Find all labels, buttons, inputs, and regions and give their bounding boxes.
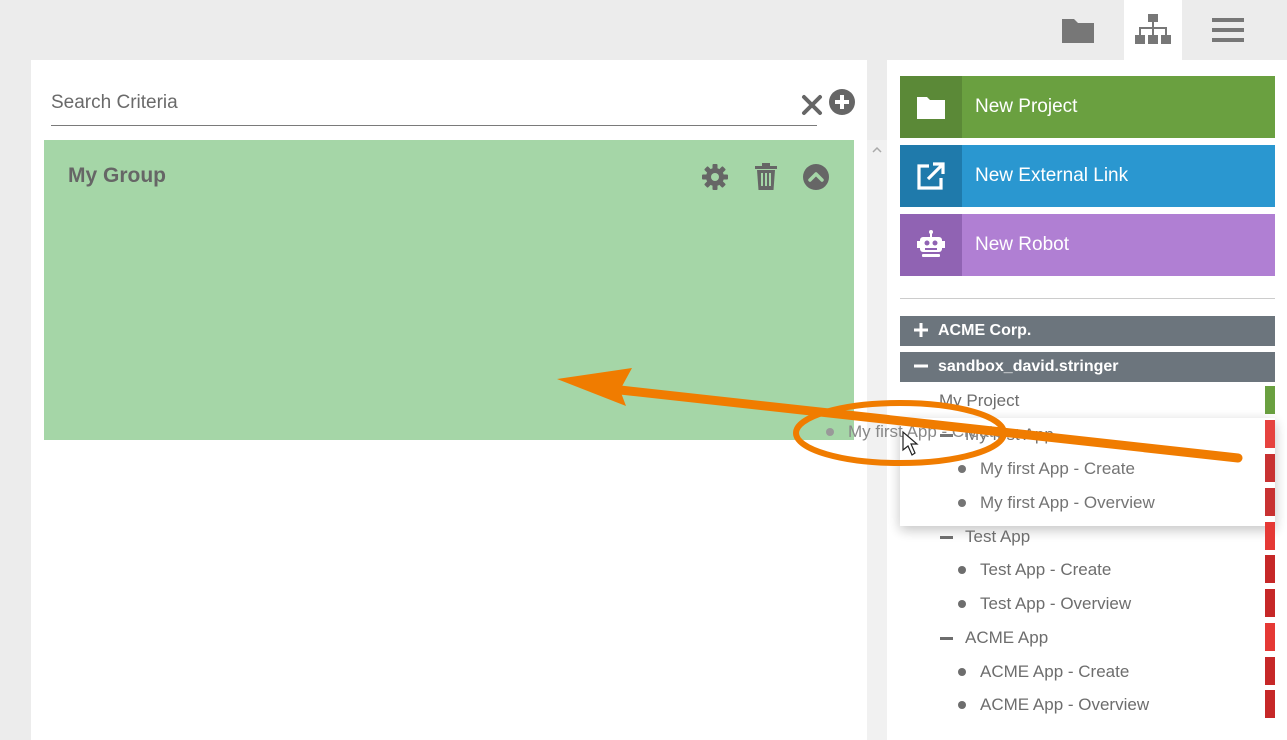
add-group-button[interactable]	[828, 88, 856, 116]
tree-page-label: Test App - Overview	[980, 594, 1132, 613]
bullet-icon	[958, 465, 966, 473]
tree-org-acme[interactable]: ACME Corp.	[900, 316, 1275, 346]
tree-project-label: My Project	[939, 391, 1020, 410]
minus-icon	[940, 636, 953, 640]
tree-page-label: ACME App - Overview	[980, 695, 1150, 714]
tree-org-sandbox[interactable]: sandbox_david.stringer	[900, 352, 1275, 382]
external-link-icon	[900, 145, 962, 207]
robot-icon	[900, 214, 962, 276]
folder-icon	[900, 76, 962, 138]
tree-page[interactable]: ACME App - Overview	[900, 688, 1275, 722]
tree-app-label: Test App	[965, 527, 1031, 546]
tree-app[interactable]: Test App	[900, 520, 1275, 554]
group-card[interactable]: My Group	[44, 140, 854, 440]
plus-circle-icon	[829, 89, 855, 115]
tree-org-label: sandbox_david.stringer	[938, 358, 1119, 375]
tree-org-label: ACME Corp.	[938, 322, 1032, 339]
tree-page-label: My first App - Create	[980, 459, 1135, 478]
trash-icon[interactable]	[751, 162, 781, 192]
tree-page-label: My first App - Overview	[980, 493, 1155, 512]
minus-icon	[914, 357, 938, 378]
tree-page[interactable]: My first App - Overview	[900, 486, 1275, 520]
sitemap-icon[interactable]	[1124, 0, 1182, 60]
dragged-item[interactable]: My first App - Create	[826, 422, 1003, 442]
chevron-up-icon[interactable]	[867, 142, 887, 158]
bullet-icon	[958, 600, 966, 608]
new-robot-label: New Robot	[975, 234, 1069, 255]
bullet-icon	[958, 499, 966, 507]
bullet-icon	[958, 668, 966, 676]
tree-page[interactable]: Test App - Overview	[900, 587, 1275, 621]
status-bar	[1265, 420, 1275, 448]
tree-page[interactable]: My first App - Create	[900, 452, 1275, 486]
new-robot-button[interactable]: New Robot	[900, 214, 1275, 276]
new-project-button[interactable]: New Project	[900, 76, 1275, 138]
status-bar	[1265, 589, 1275, 617]
status-bar	[1265, 522, 1275, 550]
bullet-icon	[958, 566, 966, 574]
divider	[900, 298, 1275, 299]
bullet-icon	[826, 428, 834, 436]
close-icon[interactable]	[799, 92, 825, 118]
status-bar	[1265, 657, 1275, 685]
tree-page[interactable]: Test App - Create	[900, 553, 1275, 587]
chevron-up-icon[interactable]	[801, 162, 831, 192]
new-external-link-label: New External Link	[975, 165, 1129, 186]
hamburger-menu-icon[interactable]	[1199, 0, 1257, 60]
groups-panel: My Group	[31, 60, 867, 740]
tree-page-label: ACME App - Create	[980, 662, 1130, 681]
tree-app[interactable]: ACME App	[900, 621, 1275, 655]
status-bar	[1265, 386, 1275, 414]
new-external-link-button[interactable]: New External Link	[900, 145, 1275, 207]
new-project-label: New Project	[975, 96, 1078, 117]
group-title: My Group	[68, 164, 166, 187]
tree-app-label: ACME App	[965, 628, 1049, 647]
top-toolbar	[0, 0, 1287, 60]
status-bar	[1265, 488, 1275, 516]
search-input[interactable]	[51, 86, 751, 120]
status-bar	[1265, 623, 1275, 651]
tree-project[interactable]: My Project	[900, 384, 1275, 418]
search-box	[51, 80, 822, 126]
bullet-icon	[958, 701, 966, 709]
status-bar	[1265, 555, 1275, 583]
minus-icon	[940, 535, 953, 539]
status-bar	[1265, 454, 1275, 482]
status-bar	[1265, 690, 1275, 718]
tree-page-label: Test App - Create	[980, 560, 1112, 579]
gear-icon[interactable]	[700, 162, 730, 192]
dragged-item-label: My first App - Create	[848, 422, 1003, 441]
folder-icon[interactable]	[1049, 0, 1107, 60]
plus-icon	[914, 321, 938, 342]
tree-page[interactable]: ACME App - Create	[900, 655, 1275, 689]
